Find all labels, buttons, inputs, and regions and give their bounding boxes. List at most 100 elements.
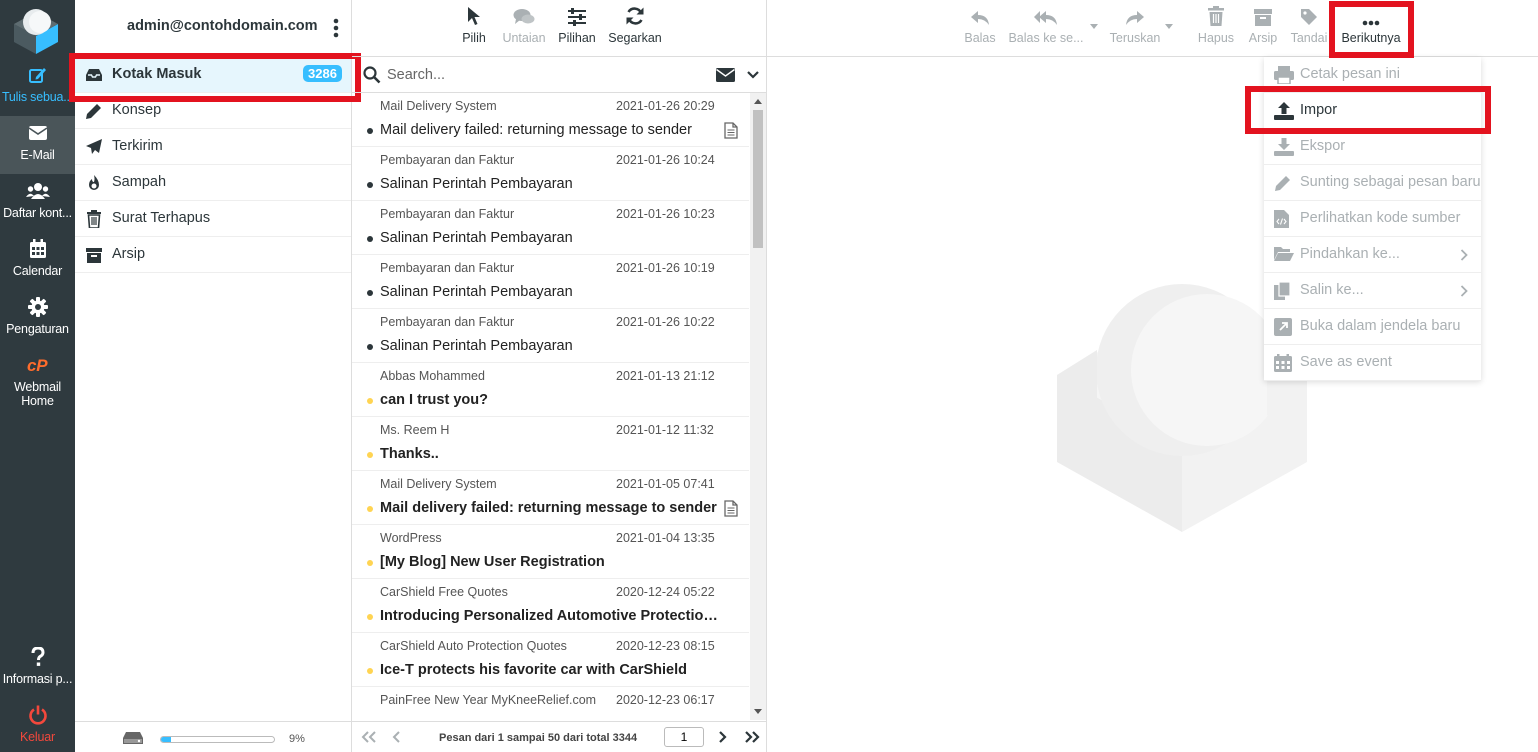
scroll-up-arrow-icon[interactable] — [754, 99, 762, 104]
unread-status-dot[interactable] — [367, 398, 373, 404]
message-date: 2020-12-23 08:15 — [616, 639, 715, 653]
first-page-icon[interactable] — [361, 731, 377, 743]
logout-button[interactable]: Keluar — [0, 698, 75, 752]
folder-sent[interactable]: Terkirim — [75, 129, 351, 165]
folder-archive[interactable]: Arsip — [75, 237, 351, 273]
delete-button[interactable]: Hapus — [1195, 0, 1237, 57]
message-row[interactable]: CarShield Auto Protection Quotes 2020-12-… — [352, 633, 749, 687]
settings-nav-button[interactable]: Pengaturan — [0, 290, 75, 348]
refresh-icon — [625, 6, 645, 26]
message-subject: Ice-T protects his favorite car with Car… — [380, 662, 687, 678]
scroll-down-arrow-icon[interactable] — [754, 709, 762, 714]
menu-item-download[interactable]: Ekspor — [1264, 129, 1481, 165]
message-date: 2021-01-26 10:22 — [616, 315, 715, 329]
contacts-label: Daftar kont... — [3, 206, 72, 220]
message-row[interactable]: Pembayaran dan Faktur 2021-01-26 10:23 Sal… — [352, 201, 749, 255]
message-row[interactable]: Mail Delivery System 2021-01-05 07:41 Mail… — [352, 471, 749, 525]
pencil-icon — [1274, 174, 1294, 192]
folder-junk[interactable]: Sampah — [75, 165, 351, 201]
last-page-icon[interactable] — [744, 731, 760, 743]
message-row[interactable]: Mail Delivery System 2021-01-26 20:29 Mail… — [352, 93, 749, 147]
message-row[interactable]: Pembayaran dan Faktur 2021-01-26 10:19 Sal… — [352, 255, 749, 309]
options-button[interactable]: Pilihan — [554, 0, 600, 57]
attachment-file-icon — [724, 122, 738, 139]
mark-label: Tandai — [1290, 31, 1328, 45]
prev-page-icon[interactable] — [392, 731, 401, 743]
message-row[interactable]: Pembayaran dan Faktur 2021-01-26 10:22 Sal… — [352, 309, 749, 363]
quota-bar — [160, 736, 275, 743]
message-row[interactable]: PainFree New Year MyKneeRelief.com 2020-1… — [352, 687, 749, 720]
calendar-nav-button[interactable]: Calendar — [0, 232, 75, 290]
next-page-icon[interactable] — [718, 731, 727, 743]
folder-trash[interactable]: Surat Terhapus — [75, 201, 351, 237]
menu-item-pencil[interactable]: Sunting sebagai pesan baru — [1264, 165, 1481, 201]
webmail-home-button[interactable]: cP Webmail Home — [0, 348, 75, 410]
message-row[interactable]: WordPress 2021-01-04 13:35 [My Blog] New U… — [352, 525, 749, 579]
quota-percent: 9% — [289, 733, 305, 745]
roundcube-logo[interactable] — [10, 4, 62, 54]
search-icon[interactable] — [363, 66, 381, 84]
quota-indicator: 9% — [75, 721, 351, 752]
message-sender: CarShield Auto Protection Quotes — [380, 639, 567, 653]
unread-status-dot[interactable] — [367, 506, 373, 512]
contacts-nav-button[interactable]: Daftar kont... — [0, 174, 75, 232]
compose-button[interactable]: Tulis sebua... — [0, 58, 75, 116]
hard-drive-icon — [122, 731, 144, 745]
sliders-icon — [567, 8, 587, 26]
folder-drafts[interactable]: Konsep — [75, 93, 351, 129]
unread-status-dot[interactable] — [367, 614, 373, 620]
message-row[interactable]: Abbas Mohammed 2021-01-13 21:12 can I trus… — [352, 363, 749, 417]
account-email: admin@contohdomain.com — [127, 18, 318, 34]
chevron-down-icon[interactable] — [747, 71, 759, 79]
forward-button[interactable]: Teruskan — [1104, 0, 1166, 57]
mail-nav-button[interactable]: E-Mail — [0, 116, 75, 174]
options-label: Pilihan — [558, 31, 596, 45]
search-input[interactable] — [387, 63, 677, 87]
folder-inbox[interactable]: Kotak Masuk 3286 — [75, 57, 351, 93]
kebab-menu-icon[interactable] — [333, 18, 339, 38]
envelope-filter-icon[interactable] — [716, 68, 735, 82]
help-button[interactable]: Informasi p... — [0, 640, 75, 698]
menu-item-folder-open[interactable]: Pindahkan ke... — [1264, 237, 1481, 273]
menu-item-calendar[interactable]: Save as event — [1264, 345, 1481, 381]
calendar-icon — [29, 239, 47, 259]
scroll-thumb[interactable] — [753, 110, 763, 248]
reply-label: Balas — [964, 31, 996, 45]
archive-icon — [1254, 8, 1272, 26]
menu-item-copy[interactable]: Salin ke... — [1264, 273, 1481, 309]
menu-item-upload[interactable]: Impor — [1264, 93, 1481, 129]
select-button[interactable]: Pilih — [450, 0, 498, 57]
page-number-input[interactable] — [664, 727, 704, 747]
read-status-dot[interactable] — [367, 290, 373, 296]
message-sender: Pembayaran dan Faktur — [380, 261, 515, 275]
message-row[interactable]: CarShield Free Quotes 2020-12-24 05:22 Int… — [352, 579, 749, 633]
mark-button[interactable]: Tandai — [1289, 0, 1329, 57]
reply-button[interactable]: Balas — [960, 0, 1000, 57]
message-row[interactable]: Ms. Reem H 2021-01-12 11:32 Thanks.. — [352, 417, 749, 471]
message-subject: Salinan Perintah Pembayaran — [380, 230, 573, 246]
threads-button[interactable]: Untaian — [500, 0, 548, 57]
compose-icon — [28, 65, 48, 85]
unread-status-dot[interactable] — [367, 560, 373, 566]
list-scrollbar[interactable] — [750, 93, 766, 720]
svg-text:cP: cP — [27, 356, 48, 374]
menu-item-external-window[interactable]: Buka dalam jendela baru — [1264, 309, 1481, 345]
forward-dropdown-icon[interactable] — [1165, 24, 1173, 29]
read-status-dot[interactable] — [367, 128, 373, 134]
read-status-dot[interactable] — [367, 236, 373, 242]
refresh-button[interactable]: Segarkan — [606, 0, 664, 57]
unread-status-dot[interactable] — [367, 452, 373, 458]
read-status-dot[interactable] — [367, 182, 373, 188]
select-label: Pilih — [462, 31, 486, 45]
archive-button[interactable]: Arsip — [1243, 0, 1283, 57]
reply-all-dropdown-icon[interactable] — [1090, 24, 1098, 29]
reply-all-button[interactable]: Balas ke se... — [1006, 0, 1086, 57]
menu-item-code-file[interactable]: Perlihatkan kode sumber — [1264, 201, 1481, 237]
unread-status-dot[interactable] — [367, 668, 373, 674]
read-status-dot[interactable] — [367, 344, 373, 350]
pagination-info: Pesan dari 1 sampai 50 dari total 3344 — [439, 732, 638, 744]
menu-item-print[interactable]: Cetak pesan ini — [1264, 57, 1481, 93]
more-button[interactable]: Berikutnya — [1336, 0, 1406, 57]
message-row[interactable]: Pembayaran dan Faktur 2021-01-26 10:24 Sal… — [352, 147, 749, 201]
message-sender: Mail Delivery System — [380, 99, 497, 113]
